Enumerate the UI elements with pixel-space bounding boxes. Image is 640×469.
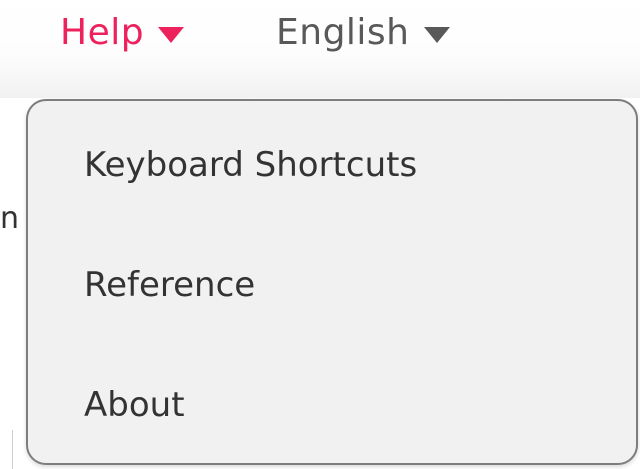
menu-bar: Help English xyxy=(0,0,640,98)
language-menu-label: English xyxy=(276,11,410,53)
help-dropdown-menu: Keyboard Shortcuts Reference About xyxy=(26,99,638,465)
background-text-fragment: n xyxy=(0,201,20,236)
caret-down-icon xyxy=(158,27,185,43)
caret-down-icon xyxy=(423,27,450,43)
menu-item-about[interactable]: About xyxy=(84,385,185,425)
help-menu-button[interactable]: Help xyxy=(60,10,185,54)
help-menu-label: Help xyxy=(60,11,145,53)
menu-item-keyboard-shortcuts[interactable]: Keyboard Shortcuts xyxy=(84,145,417,185)
language-menu-button[interactable]: English xyxy=(276,10,450,54)
menu-item-reference[interactable]: Reference xyxy=(84,265,255,305)
background-divider xyxy=(12,430,13,469)
